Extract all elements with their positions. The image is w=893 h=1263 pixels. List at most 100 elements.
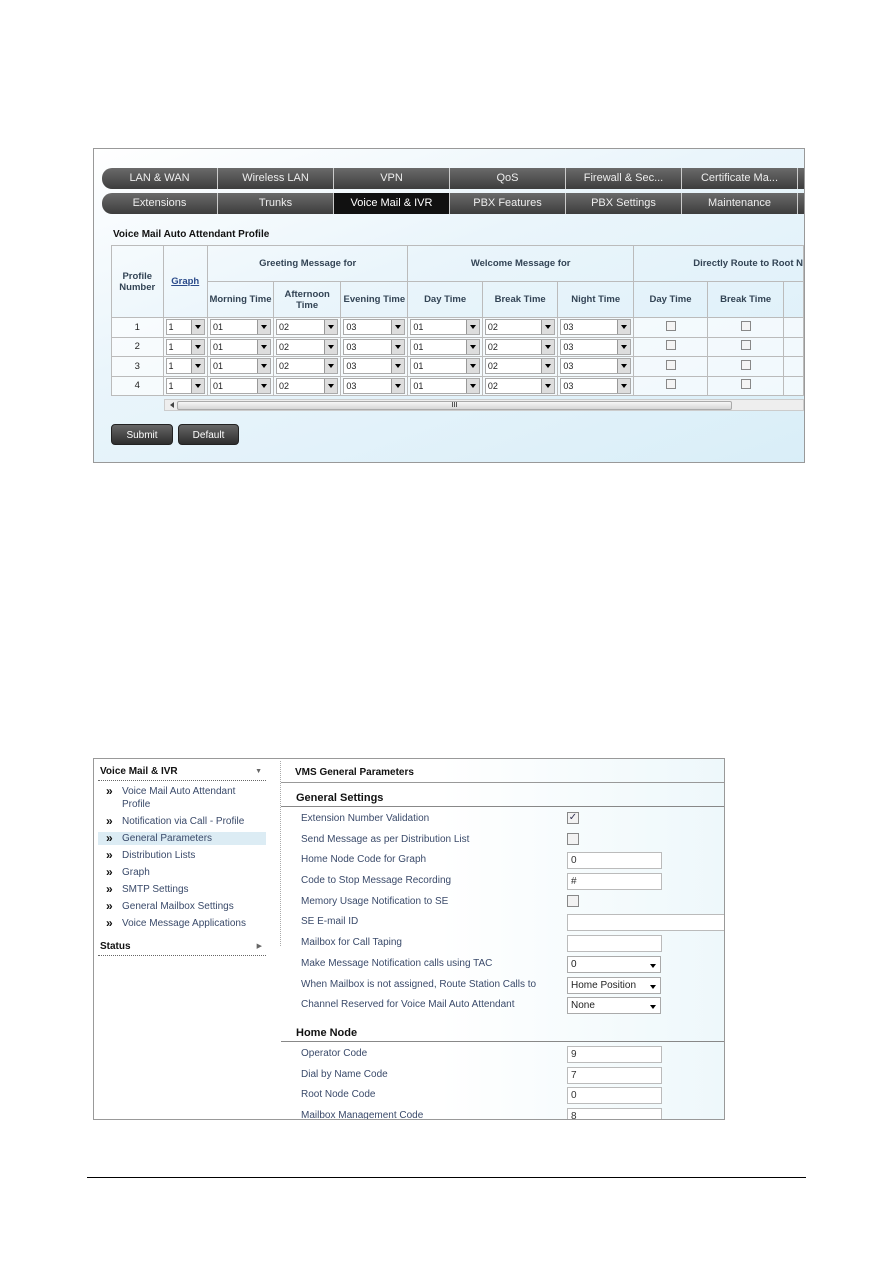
afternoon-select[interactable]: 02: [276, 358, 339, 375]
setting-input[interactable]: 9: [567, 1045, 662, 1063]
tab-voice-mail-ivr[interactable]: Voice Mail & IVR: [334, 193, 450, 214]
sidebar-item-voice-mail-auto-attendant-profile[interactable]: » Voice Mail Auto Attendant Profile: [98, 785, 266, 811]
dropdown-arrow-icon[interactable]: [541, 339, 555, 354]
tab-pbx-features[interactable]: PBX Features: [450, 193, 566, 214]
dropdown-arrow-icon[interactable]: [616, 339, 630, 354]
dropdown-arrow-icon[interactable]: [257, 339, 271, 354]
setting-input[interactable]: [567, 914, 724, 932]
dropdown-arrow-icon[interactable]: [324, 359, 338, 374]
dropdown-arrow-icon[interactable]: [391, 320, 405, 335]
night-select[interactable]: 03: [560, 319, 631, 336]
break-select[interactable]: 02: [484, 377, 556, 394]
dropdown-arrow-icon[interactable]: [465, 378, 479, 393]
graph-select[interactable]: 1: [165, 358, 205, 375]
dropdown-arrow-icon[interactable]: [391, 378, 405, 393]
break-select[interactable]: 02: [484, 358, 556, 375]
dropdown-arrow-icon[interactable]: [324, 378, 338, 393]
tab-extensions[interactable]: Extensions: [102, 193, 218, 214]
tab-certificate-ma-[interactable]: Certificate Ma...: [682, 168, 798, 189]
setting-input[interactable]: 8: [567, 1107, 662, 1119]
sidebar-item-notification-via-call-profile[interactable]: » Notification via Call - Profile: [98, 815, 266, 828]
sidebar-item-voice-message-applications[interactable]: » Voice Message Applications: [98, 917, 266, 930]
dropdown-arrow-icon[interactable]: [541, 320, 555, 335]
dropdown-arrow-icon[interactable]: [190, 359, 204, 374]
night-select[interactable]: 03: [560, 338, 631, 355]
tab-qos[interactable]: QoS: [450, 168, 566, 189]
evening-select[interactable]: 03: [343, 358, 406, 375]
morning-select[interactable]: 01: [209, 319, 272, 336]
dropdown-arrow-icon[interactable]: [541, 378, 555, 393]
morning-select[interactable]: 01: [209, 338, 272, 355]
scroll-left-icon[interactable]: [167, 402, 174, 408]
direct-day-checkbox[interactable]: [665, 379, 676, 390]
scroll-thumb[interactable]: III: [177, 401, 732, 410]
submit-button[interactable]: Submit: [111, 424, 173, 445]
dropdown-arrow-icon[interactable]: [541, 359, 555, 374]
tab-maintenance[interactable]: Maintenance: [682, 193, 798, 214]
tab-more[interactable]: [798, 193, 804, 214]
setting-select[interactable]: Home Position: [567, 976, 661, 994]
dropdown-arrow-icon[interactable]: [616, 320, 630, 335]
direct-break-checkbox[interactable]: [740, 320, 751, 331]
afternoon-select[interactable]: 02: [276, 377, 339, 394]
setting-input[interactable]: [567, 935, 662, 953]
graph-select[interactable]: 1: [165, 319, 205, 336]
sidebar-item-distribution-lists[interactable]: » Distribution Lists: [98, 849, 266, 862]
morning-select[interactable]: 01: [209, 377, 272, 394]
day-select[interactable]: 01: [410, 358, 480, 375]
direct-day-checkbox[interactable]: [665, 340, 676, 351]
night-select[interactable]: 03: [560, 377, 631, 394]
setting-input[interactable]: 0: [567, 852, 662, 870]
setting-checkbox[interactable]: [567, 894, 579, 907]
afternoon-select[interactable]: 02: [276, 319, 339, 336]
dropdown-arrow-icon[interactable]: [324, 339, 338, 354]
dropdown-arrow-icon[interactable]: [257, 378, 271, 393]
setting-checkbox[interactable]: ✓: [567, 812, 579, 824]
dropdown-arrow-icon[interactable]: [465, 339, 479, 354]
dropdown-arrow-icon[interactable]: [465, 359, 479, 374]
graph-select[interactable]: 1: [165, 338, 205, 355]
dropdown-arrow-icon[interactable]: [190, 378, 204, 393]
direct-break-checkbox[interactable]: [740, 359, 751, 370]
setting-input[interactable]: #: [567, 873, 662, 891]
tab-trunks[interactable]: Trunks: [218, 193, 334, 214]
dropdown-arrow-icon[interactable]: [465, 320, 479, 335]
direct-day-checkbox[interactable]: [665, 359, 676, 370]
dropdown-arrow-icon[interactable]: [616, 378, 630, 393]
dropdown-arrow-icon[interactable]: [190, 339, 204, 354]
setting-select[interactable]: None: [567, 997, 661, 1015]
morning-select[interactable]: 01: [209, 358, 272, 375]
evening-select[interactable]: 03: [343, 338, 406, 355]
break-select[interactable]: 02: [484, 338, 556, 355]
tab-lan-wan[interactable]: LAN & WAN: [102, 168, 218, 189]
sidebar-group-status[interactable]: Status ▶: [98, 934, 266, 956]
dropdown-arrow-icon[interactable]: [616, 359, 630, 374]
sidebar-item-general-parameters[interactable]: » General Parameters: [98, 832, 266, 845]
evening-select[interactable]: 03: [343, 319, 406, 336]
dropdown-arrow-icon[interactable]: [324, 320, 338, 335]
sidebar-item-general-mailbox-settings[interactable]: » General Mailbox Settings: [98, 900, 266, 913]
sidebar-item-smtp-settings[interactable]: » SMTP Settings: [98, 883, 266, 896]
tab-firewall-sec-[interactable]: Firewall & Sec...: [566, 168, 682, 189]
graph-link[interactable]: Graph: [171, 276, 199, 287]
dropdown-arrow-icon[interactable]: [391, 359, 405, 374]
setting-input[interactable]: 0: [567, 1087, 662, 1105]
afternoon-select[interactable]: 02: [276, 338, 339, 355]
dropdown-arrow-icon[interactable]: [257, 320, 271, 335]
setting-input[interactable]: 7: [567, 1066, 662, 1084]
graph-select[interactable]: 1: [165, 377, 205, 394]
direct-break-checkbox[interactable]: [740, 340, 751, 351]
dropdown-arrow-icon[interactable]: [391, 339, 405, 354]
night-select[interactable]: 03: [560, 358, 631, 375]
tab-more[interactable]: [798, 168, 804, 189]
dropdown-arrow-icon[interactable]: [190, 320, 204, 335]
sidebar-item-graph[interactable]: » Graph: [98, 866, 266, 879]
setting-select[interactable]: 0: [567, 955, 661, 973]
tab-vpn[interactable]: VPN: [334, 168, 450, 189]
sidebar-group-voice-mail[interactable]: Voice Mail & IVR ▼: [98, 759, 266, 781]
break-select[interactable]: 02: [484, 319, 556, 336]
setting-checkbox[interactable]: [567, 832, 579, 845]
horizontal-scrollbar[interactable]: III: [164, 399, 804, 411]
direct-break-checkbox[interactable]: [740, 379, 751, 390]
default-button[interactable]: Default: [178, 424, 239, 445]
